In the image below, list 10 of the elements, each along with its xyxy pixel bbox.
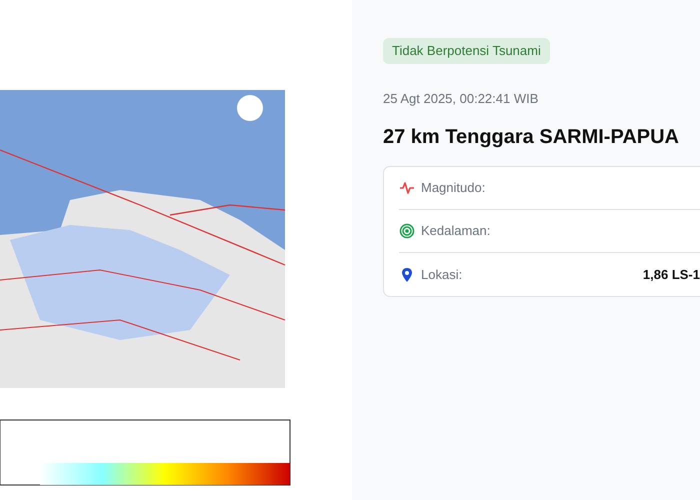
map-pin-icon <box>399 266 415 282</box>
event-datetime: 25 Agt 2025, 00:22:41 WIB <box>383 90 540 108</box>
pulse-icon <box>399 180 415 196</box>
target-icon <box>399 223 415 239</box>
detail-label: Kedalaman: <box>421 222 490 240</box>
event-title: 27 km Tenggara SARMI-PAPUA <box>383 125 680 150</box>
tsunami-status-badge: Tidak Berpotensi Tsunami <box>383 38 550 64</box>
detail-label: Magnitudo: <box>421 179 486 198</box>
detail-label: Lokasi: <box>421 266 462 284</box>
detail-value: 1,86 LS-1 <box>642 266 700 284</box>
